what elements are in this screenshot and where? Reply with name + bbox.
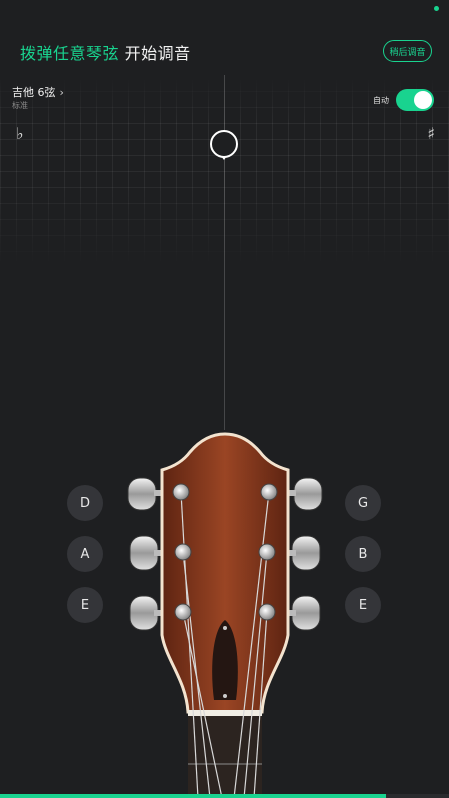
tuning-selector[interactable]: 吉他 6弦 › bbox=[12, 84, 64, 100]
string-button-a[interactable]: A bbox=[67, 536, 103, 572]
progress-bar bbox=[0, 794, 449, 798]
tuning-mode-label: 标准 bbox=[12, 101, 28, 110]
status-indicator-dot bbox=[434, 6, 439, 11]
title-rest: 开始调音 bbox=[124, 44, 191, 63]
auto-toggle-label: 自动 bbox=[373, 96, 389, 105]
page-title: 拨弹任意琴弦 开始调音 bbox=[20, 40, 191, 64]
chevron-right-icon: › bbox=[59, 85, 64, 99]
instrument-label: 吉他 6弦 bbox=[12, 86, 56, 99]
sharp-icon: ♯ bbox=[427, 124, 435, 143]
tuner-peg-right-1 bbox=[293, 477, 323, 511]
progress-fill bbox=[0, 794, 387, 798]
string-button-low-e[interactable]: E bbox=[67, 587, 103, 623]
string-button-d[interactable]: D bbox=[67, 485, 103, 521]
tuner-peg-left-1 bbox=[127, 477, 157, 511]
toggle-knob bbox=[414, 91, 432, 109]
flat-icon: ♭ bbox=[16, 124, 24, 143]
title-accent: 拨弹任意琴弦 bbox=[20, 44, 120, 63]
tuner-peg-right-2 bbox=[291, 535, 321, 571]
tuner-peg-left-2 bbox=[129, 535, 159, 571]
tuner-peg-right-3 bbox=[291, 595, 321, 631]
tune-later-button[interactable]: 稍后调音 bbox=[383, 40, 432, 62]
string-button-g[interactable]: G bbox=[345, 485, 381, 521]
string-button-high-e[interactable]: E bbox=[345, 587, 381, 623]
string-button-b[interactable]: B bbox=[345, 536, 381, 572]
tuner-peg-left-3 bbox=[129, 595, 159, 631]
tuning-center-line bbox=[224, 75, 225, 430]
guitar-headstock bbox=[127, 432, 323, 798]
auto-toggle[interactable] bbox=[396, 89, 434, 111]
tuning-pointer-icon bbox=[210, 130, 238, 160]
